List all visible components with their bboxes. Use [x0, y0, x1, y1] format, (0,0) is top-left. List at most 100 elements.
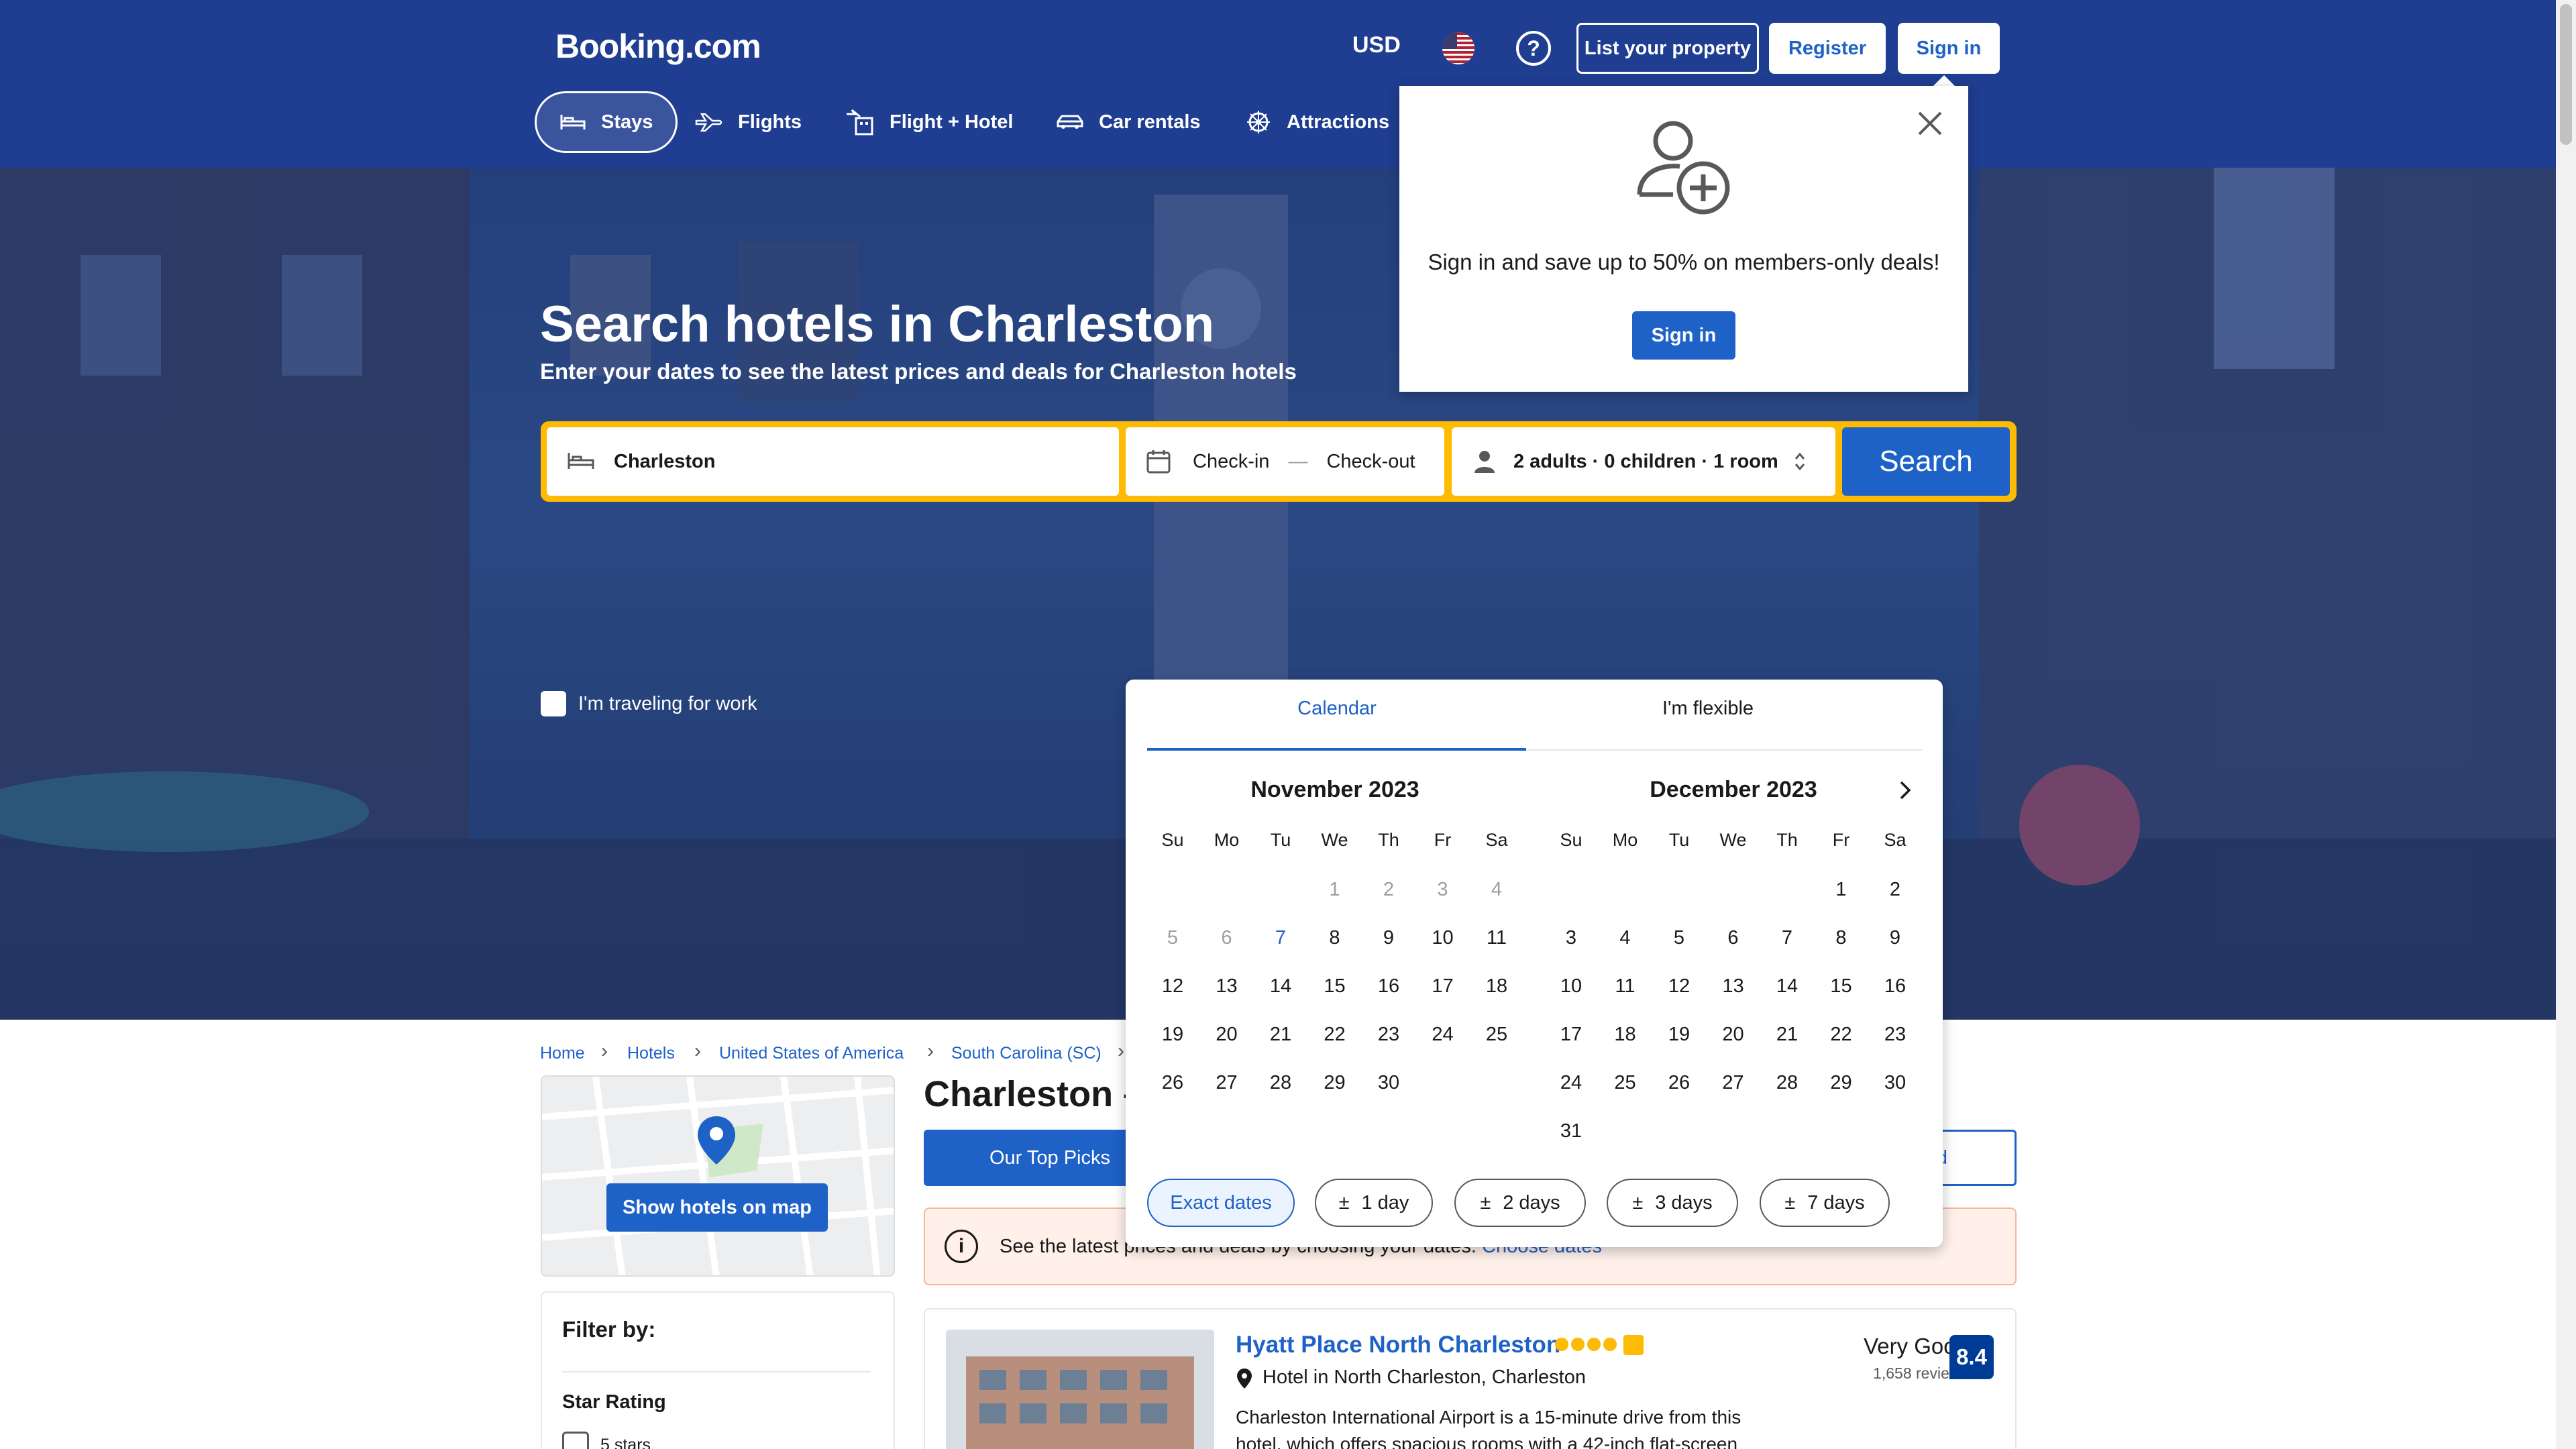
nav-attractions[interactable]: Attractions: [1245, 91, 1389, 153]
calendar-day[interactable]: 24: [1416, 1024, 1470, 1046]
breadcrumb-home[interactable]: Home: [540, 1044, 585, 1063]
currency-selector[interactable]: USD: [1352, 32, 1401, 58]
scrollbar[interactable]: [2556, 0, 2576, 1449]
calendar-day[interactable]: 7: [1254, 927, 1307, 949]
review-score-badge[interactable]: 8.4: [1949, 1335, 1994, 1379]
calendar-day[interactable]: 3: [1544, 927, 1598, 949]
calendar-day[interactable]: 28: [1760, 1072, 1814, 1094]
calendar-day[interactable]: 17: [1544, 1024, 1598, 1046]
help-icon[interactable]: ?: [1516, 31, 1551, 66]
work-travel-checkbox[interactable]: [541, 691, 566, 716]
calendar-day[interactable]: 11: [1599, 975, 1652, 998]
calendar-day[interactable]: 15: [1308, 975, 1362, 998]
calendar-day[interactable]: 26: [1146, 1072, 1199, 1094]
calendar-day[interactable]: 11: [1470, 927, 1523, 949]
calendar-day[interactable]: 9: [1868, 927, 1922, 949]
calendar-day[interactable]: 19: [1652, 1024, 1706, 1046]
nav-flight-hotel[interactable]: Flight + Hotel: [845, 91, 1013, 153]
show-map-button[interactable]: Show hotels on map: [606, 1183, 828, 1232]
register-button[interactable]: Register: [1769, 23, 1886, 74]
calendar-day[interactable]: 12: [1146, 975, 1199, 998]
map-pin-icon: [698, 1116, 735, 1165]
calendar-day[interactable]: 27: [1707, 1072, 1760, 1094]
calendar-day[interactable]: 28: [1254, 1072, 1307, 1094]
flex-option-chip[interactable]: ±7 days: [1760, 1179, 1890, 1227]
calendar-day[interactable]: 27: [1200, 1072, 1254, 1094]
calendar-day[interactable]: 19: [1146, 1024, 1199, 1046]
calendar-day[interactable]: 15: [1815, 975, 1868, 998]
five-stars-checkbox[interactable]: [562, 1432, 589, 1449]
calendar-day[interactable]: 21: [1254, 1024, 1307, 1046]
flex-option-chip[interactable]: ±1 day: [1315, 1179, 1433, 1227]
calendar-day[interactable]: 6: [1707, 927, 1760, 949]
us-flag-icon[interactable]: [1442, 32, 1474, 64]
calendar-day[interactable]: 18: [1599, 1024, 1652, 1046]
tab-flexible[interactable]: I'm flexible: [1534, 698, 1882, 720]
chevron-right-icon[interactable]: [1893, 778, 1917, 802]
calendar-day[interactable]: 9: [1362, 927, 1415, 949]
flex-option-chip[interactable]: ±2 days: [1454, 1179, 1586, 1227]
calendar-day[interactable]: 21: [1760, 1024, 1814, 1046]
calendar-day[interactable]: 30: [1362, 1072, 1415, 1094]
breadcrumb-state[interactable]: South Carolina (SC): [951, 1044, 1102, 1063]
calendar-day[interactable]: 12: [1652, 975, 1706, 998]
weekday-label: Mo: [1214, 830, 1240, 850]
calendar-day[interactable]: 18: [1470, 975, 1523, 998]
calendar-day[interactable]: 29: [1815, 1072, 1868, 1094]
tab-calendar[interactable]: Calendar: [1147, 698, 1527, 720]
weekday-label: Th: [1776, 830, 1798, 850]
calendar-day[interactable]: 23: [1362, 1024, 1415, 1046]
calendar-day[interactable]: 4: [1599, 927, 1652, 949]
calendar-day[interactable]: 25: [1470, 1024, 1523, 1046]
calendar-day[interactable]: 20: [1200, 1024, 1254, 1046]
calendar-day[interactable]: 13: [1200, 975, 1254, 998]
flex-option-chip[interactable]: Exact dates: [1147, 1179, 1295, 1227]
calendar-day[interactable]: 16: [1868, 975, 1922, 998]
date-range-input[interactable]: Check-in — Check-out: [1126, 427, 1444, 496]
hotel-photo[interactable]: [946, 1330, 1214, 1449]
calendar-day[interactable]: 22: [1815, 1024, 1868, 1046]
calendar-day[interactable]: 8: [1308, 927, 1362, 949]
calendar-day[interactable]: 14: [1254, 975, 1307, 998]
calendar-day[interactable]: 24: [1544, 1072, 1598, 1094]
flex-option-chip[interactable]: ±3 days: [1607, 1179, 1738, 1227]
calendar-day[interactable]: 10: [1416, 927, 1470, 949]
calendar-day[interactable]: 17: [1416, 975, 1470, 998]
search-button[interactable]: Search: [1842, 427, 2010, 496]
guests-input[interactable]: 2 adults · 0 children · 1 room: [1452, 427, 1835, 496]
breadcrumb-country[interactable]: United States of America: [719, 1044, 904, 1063]
calendar-day[interactable]: 26: [1652, 1072, 1706, 1094]
scrollbar-thumb[interactable]: [2560, 4, 2572, 145]
nav-stays[interactable]: Stays: [535, 91, 678, 153]
destination-input[interactable]: Charleston: [547, 427, 1119, 496]
calendar-day[interactable]: 23: [1868, 1024, 1922, 1046]
map-preview[interactable]: [541, 1075, 895, 1277]
calendar-day[interactable]: 7: [1760, 927, 1814, 949]
calendar-day[interactable]: 20: [1707, 1024, 1760, 1046]
nav-flights[interactable]: Flights: [695, 91, 802, 153]
calendar-day[interactable]: 13: [1707, 975, 1760, 998]
calendar-day[interactable]: 2: [1868, 879, 1922, 901]
weekday-label: Th: [1378, 830, 1399, 850]
calendar-day[interactable]: 8: [1815, 927, 1868, 949]
nav-stays-label: Stays: [601, 111, 653, 133]
calendar-day[interactable]: 5: [1652, 927, 1706, 949]
calendar-day[interactable]: 29: [1308, 1072, 1362, 1094]
popup-sign-in-button[interactable]: Sign in: [1632, 311, 1735, 360]
chevron-updown-icon: [1794, 452, 1805, 471]
booking-logo[interactable]: Booking.com: [555, 27, 761, 66]
calendar-day[interactable]: 1: [1815, 879, 1868, 901]
list-property-button[interactable]: List your property: [1576, 23, 1759, 74]
calendar-day[interactable]: 16: [1362, 975, 1415, 998]
nav-car-rentals[interactable]: Car rentals: [1056, 91, 1201, 153]
hotel-name-link[interactable]: Hyatt Place North Charleston: [1236, 1332, 1560, 1358]
breadcrumb-hotels[interactable]: Hotels: [627, 1044, 675, 1063]
calendar-day[interactable]: 31: [1544, 1120, 1598, 1142]
close-icon[interactable]: [1915, 109, 1945, 138]
calendar-day[interactable]: 14: [1760, 975, 1814, 998]
calendar-day[interactable]: 25: [1599, 1072, 1652, 1094]
calendar-day[interactable]: 10: [1544, 975, 1598, 998]
calendar-day[interactable]: 30: [1868, 1072, 1922, 1094]
calendar-day[interactable]: 22: [1308, 1024, 1362, 1046]
sign-in-button[interactable]: Sign in: [1898, 23, 2000, 74]
